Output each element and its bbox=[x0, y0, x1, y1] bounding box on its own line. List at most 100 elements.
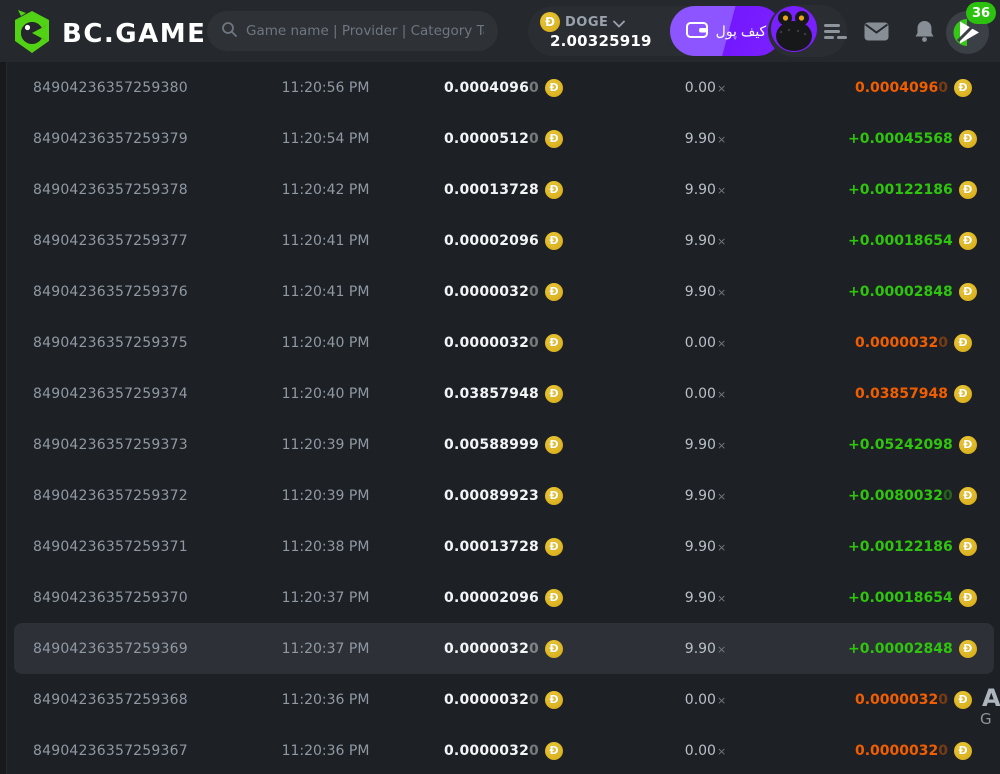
bet-multiplier: 0.00× bbox=[563, 80, 848, 96]
bet-amount: 0.00002096 Ð bbox=[393, 232, 563, 250]
bet-row[interactable]: 84904236357259372 11:20:39 PM 0.00089923… bbox=[14, 470, 994, 521]
bet-row[interactable]: 84904236357259371 11:20:38 PM 0.00013728… bbox=[14, 521, 994, 572]
bet-row[interactable]: 84904236357259377 11:20:41 PM 0.00002096… bbox=[14, 215, 994, 266]
bet-profit: +0.00045568 Ð bbox=[848, 130, 977, 148]
bet-multiplier: 9.90× bbox=[563, 437, 848, 453]
bet-row[interactable]: 84904236357259379 11:20:54 PM 0.00005120… bbox=[14, 113, 994, 164]
game-search-bar[interactable] bbox=[207, 11, 498, 51]
bcgame-logo-text: BC.GAME bbox=[62, 19, 206, 49]
bet-id: 84904236357259367 bbox=[33, 743, 258, 759]
bet-row[interactable]: 84904236357259374 11:20:40 PM 0.03857948… bbox=[14, 368, 994, 419]
doge-coin-icon: Ð bbox=[959, 436, 977, 454]
bet-amount: 0.00000320 Ð bbox=[393, 640, 563, 658]
bet-time: 11:20:39 PM bbox=[258, 437, 393, 453]
bcgame-logo[interactable]: BC.GAME bbox=[12, 9, 206, 59]
bet-multiplier: 9.90× bbox=[563, 539, 848, 555]
bet-multiplier: 0.00× bbox=[563, 335, 848, 351]
avatar[interactable] bbox=[771, 6, 817, 56]
bet-history-table: 84904236357259380 11:20:56 PM 0.00040960… bbox=[8, 62, 1000, 774]
doge-coin-icon: Ð bbox=[545, 334, 563, 352]
bet-id: 84904236357259370 bbox=[33, 590, 258, 606]
bet-id: 84904236357259372 bbox=[33, 488, 258, 504]
bet-amount: 0.00000320 Ð bbox=[393, 742, 563, 760]
bcgame-logo-icon bbox=[12, 9, 52, 59]
bet-profit: +0.00800320 Ð bbox=[848, 487, 977, 505]
cutoff-overlay-text-top: A bbox=[982, 684, 1000, 712]
bet-profit: +0.00018654 Ð bbox=[848, 589, 977, 607]
bet-amount: 0.00588999 Ð bbox=[393, 436, 563, 454]
bet-profit: +0.00002848 Ð bbox=[848, 640, 977, 658]
wallet-icon bbox=[686, 21, 708, 42]
bet-multiplier: 9.90× bbox=[563, 641, 848, 657]
chat-icon bbox=[946, 42, 989, 57]
bet-profit: 0.03857948 Ð bbox=[848, 385, 972, 403]
bet-row[interactable]: 84904236357259368 11:20:36 PM 0.00000320… bbox=[14, 674, 994, 725]
bet-row[interactable]: 84904236357259378 11:20:42 PM 0.00013728… bbox=[14, 164, 994, 215]
bet-row[interactable]: 84904236357259375 11:20:40 PM 0.00000320… bbox=[14, 317, 994, 368]
bet-time: 11:20:37 PM bbox=[258, 590, 393, 606]
doge-coin-icon: Ð bbox=[959, 589, 977, 607]
bet-time: 11:20:41 PM bbox=[258, 233, 393, 249]
bet-row[interactable]: 84904236357259373 11:20:39 PM 0.00588999… bbox=[14, 419, 994, 470]
bet-row[interactable]: 84904236357259370 11:20:37 PM 0.00002096… bbox=[14, 572, 994, 623]
doge-coin-icon: Ð bbox=[959, 487, 977, 505]
doge-coin-icon: Ð bbox=[959, 283, 977, 301]
left-edge-divider bbox=[0, 62, 7, 774]
bets-table-body: 84904236357259380 11:20:56 PM 0.00040960… bbox=[8, 62, 1000, 774]
search-input[interactable] bbox=[246, 23, 484, 39]
messages-button[interactable] bbox=[864, 22, 889, 44]
doge-coin-icon: Ð bbox=[545, 589, 563, 607]
doge-coin-icon: Ð bbox=[959, 232, 977, 250]
bet-multiplier: 0.00× bbox=[563, 743, 848, 759]
bet-amount: 0.00000320 Ð bbox=[393, 334, 563, 352]
bet-id: 84904236357259368 bbox=[33, 692, 258, 708]
bet-profit: 0.00000320 Ð bbox=[848, 742, 972, 760]
bet-time: 11:20:56 PM bbox=[258, 80, 393, 96]
bet-amount: 0.00089923 Ð bbox=[393, 487, 563, 505]
bet-multiplier: 9.90× bbox=[563, 590, 848, 606]
wallet-button-label: کیف پول bbox=[716, 23, 767, 40]
bet-amount: 0.00000320 Ð bbox=[393, 283, 563, 301]
bet-multiplier: 0.00× bbox=[563, 692, 848, 708]
bet-id: 84904236357259374 bbox=[33, 386, 258, 402]
doge-coin-icon: Ð bbox=[545, 691, 563, 709]
bet-multiplier: 9.90× bbox=[563, 182, 848, 198]
doge-coin-icon: Ð bbox=[545, 742, 563, 760]
doge-coin-icon: Ð bbox=[954, 385, 972, 403]
cutoff-overlay-text-bottom: G bbox=[980, 710, 992, 728]
doge-coin-icon: Ð bbox=[545, 79, 563, 97]
doge-coin-icon: Ð bbox=[540, 12, 560, 32]
bet-profit: 0.00040960 Ð bbox=[848, 79, 972, 97]
wallet-button[interactable]: کیف پول bbox=[670, 6, 783, 56]
doge-coin-icon: Ð bbox=[545, 538, 563, 556]
bet-profit: 0.00000320 Ð bbox=[848, 334, 972, 352]
doge-coin-icon: Ð bbox=[954, 691, 972, 709]
search-icon bbox=[221, 21, 237, 41]
doge-coin-icon: Ð bbox=[545, 385, 563, 403]
profile-menu-icon[interactable] bbox=[824, 24, 840, 39]
notifications-button[interactable] bbox=[914, 20, 935, 46]
bet-id: 84904236357259373 bbox=[33, 437, 258, 453]
bet-amount: 0.00000320 Ð bbox=[393, 691, 563, 709]
doge-coin-icon: Ð bbox=[959, 130, 977, 148]
doge-coin-icon: Ð bbox=[959, 538, 977, 556]
doge-coin-icon: Ð bbox=[545, 436, 563, 454]
bet-time: 11:20:39 PM bbox=[258, 488, 393, 504]
doge-coin-icon: Ð bbox=[545, 232, 563, 250]
bet-profit: +0.00002848 Ð bbox=[848, 283, 977, 301]
bet-row[interactable]: 84904236357259369 11:20:37 PM 0.00000320… bbox=[14, 623, 994, 674]
bet-multiplier: 9.90× bbox=[563, 131, 848, 147]
doge-coin-icon: Ð bbox=[959, 640, 977, 658]
bet-row[interactable]: 84904236357259367 11:20:36 PM 0.00000320… bbox=[14, 725, 994, 774]
bet-amount: 0.00040960 Ð bbox=[393, 79, 563, 97]
bet-row[interactable]: 84904236357259376 11:20:41 PM 0.00000320… bbox=[14, 266, 994, 317]
bet-time: 11:20:36 PM bbox=[258, 743, 393, 759]
bet-id: 84904236357259379 bbox=[33, 131, 258, 147]
bet-time: 11:20:40 PM bbox=[258, 335, 393, 351]
bet-multiplier: 9.90× bbox=[563, 488, 848, 504]
currency-selector[interactable]: Ð DOGE 2.00325919 bbox=[528, 8, 670, 54]
bet-row[interactable]: 84904236357259380 11:20:56 PM 0.00040960… bbox=[14, 62, 994, 113]
bet-multiplier: 9.90× bbox=[563, 284, 848, 300]
bet-multiplier: 9.90× bbox=[563, 233, 848, 249]
bet-time: 11:20:41 PM bbox=[258, 284, 393, 300]
